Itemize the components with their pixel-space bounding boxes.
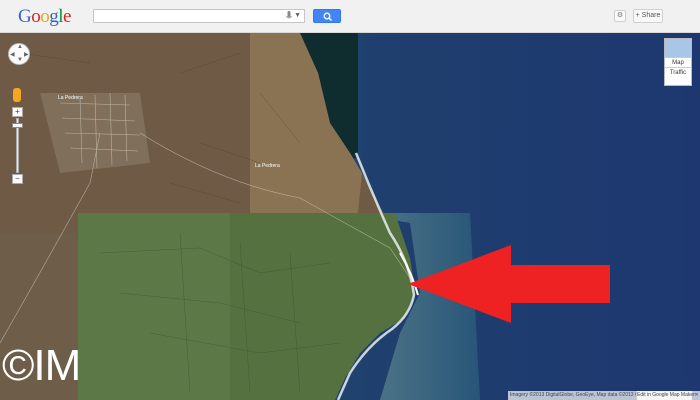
search-button[interactable]	[313, 9, 341, 23]
chevron-down-icon[interactable]: ▼	[294, 12, 301, 19]
google-logo[interactable]: Google	[18, 6, 71, 28]
close-icon[interactable]: ✕	[693, 391, 700, 400]
gear-icon: ⚙	[616, 12, 624, 19]
search-icon	[323, 12, 332, 21]
search-box[interactable]: ▼	[93, 9, 305, 26]
map-town-label: La Pedrera	[58, 95, 83, 101]
edit-in-map-maker-link[interactable]: Edit in Google Map Maker	[636, 391, 695, 400]
settings-button[interactable]: ⚙	[614, 10, 626, 22]
map-type-thumbnail[interactable]	[665, 39, 691, 57]
map-type-map-option[interactable]: Map	[665, 57, 691, 67]
search-input[interactable]	[94, 14, 284, 26]
zoom-out-button[interactable]: −	[12, 174, 23, 184]
map-place-label: La Pedrera	[255, 163, 280, 169]
satellite-imagery[interactable]	[0, 33, 700, 400]
share-button[interactable]: + Share	[633, 9, 663, 23]
zoom-slider-thumb[interactable]	[12, 123, 23, 128]
map-canvas[interactable]: La Pedrera La Pedrera	[0, 33, 700, 400]
copyright-watermark: ©IM	[2, 341, 81, 390]
microphone-icon[interactable]	[286, 11, 292, 21]
zoom-in-button[interactable]: +	[12, 107, 23, 117]
top-bar: Google ▼ ⚙ + Share	[0, 0, 700, 33]
map-type-traffic-option[interactable]: Traffic	[665, 67, 691, 77]
map-type-control[interactable]: Map Traffic	[664, 38, 692, 86]
map-footer: Imagery ©2013 DigitalGlobe, GeoEye, Map …	[508, 391, 700, 400]
pan-control-icon[interactable]: ▲ ▼ ◀ ▶	[8, 43, 30, 65]
street-view-pegman-icon[interactable]	[13, 88, 21, 102]
imagery-attribution: Imagery ©2013 DigitalGlobe, GeoEye, Map …	[510, 392, 652, 398]
red-arrow-annotation	[408, 245, 610, 323]
